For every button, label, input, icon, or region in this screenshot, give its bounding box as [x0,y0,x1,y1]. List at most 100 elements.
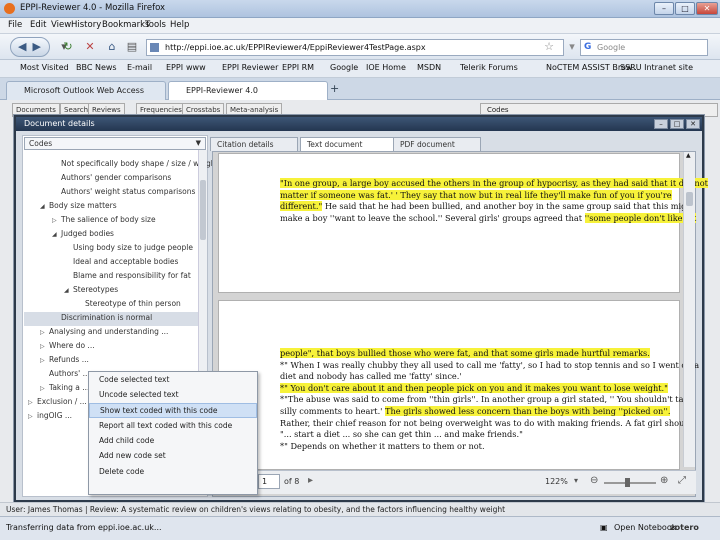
context-menu-item[interactable]: Delete code [89,464,257,479]
tree-node[interactable]: ◢ Body size matters [24,200,198,214]
scroll-thumb[interactable] [200,180,206,240]
menu-item-edit[interactable]: Edit [30,20,46,30]
text-segment: silly comments to heart.' [280,405,386,416]
tree-node[interactable]: Authors' weight status comparisons [24,186,198,200]
coded-text-highlight: ''some people don't like fat [584,212,697,223]
menu-item-tools[interactable]: Tools [145,20,166,30]
document-tabs: Citation details Text document PDF docum… [210,135,700,151]
bookmark-item[interactable]: Most Visited [20,63,69,72]
coded-text-highlight: people", that boys bullied those who wer… [280,348,650,358]
zotero-link[interactable]: zotero [670,517,699,539]
tree-toggle-icon[interactable]: ▷ [28,397,37,409]
tab-text-document[interactable]: Text document [300,137,396,151]
bookmark-item[interactable]: MSDN [417,63,441,72]
new-tab-icon[interactable]: + [330,82,339,95]
browser-tab-outlook[interactable]: Microsoft Outlook Web Access [6,81,166,100]
zoom-level[interactable]: 122% [545,477,568,486]
tree-toggle-icon[interactable]: ◢ [64,285,73,297]
browser-tab-eppi[interactable]: EPPI-Reviewer 4.0 [168,81,328,100]
tree-toggle-icon[interactable]: ▷ [28,411,37,423]
text-line: Rather, their chief reason for not being… [280,418,695,430]
tree-node[interactable]: Ideal and acceptable bodies [24,256,198,270]
tree-node[interactable]: ▷ Refunds ... [24,354,198,368]
menu-item-view[interactable]: View [51,20,71,30]
text-segment: make a boy ''want to leave the school.''… [280,212,585,223]
zoom-out-icon[interactable]: ⊖ [590,475,598,486]
tree-node[interactable]: Using body size to judge people [24,242,198,256]
fit-page-icon[interactable]: ⤢ [678,475,686,486]
tree-node[interactable]: Not specifically body shape / size / wei… [24,158,218,172]
tree-node[interactable]: ▷ The salience of body size [24,214,198,228]
minimize-icon[interactable]: – [654,2,674,15]
home-icon[interactable]: ⌂ [104,39,120,55]
menu-item-file[interactable]: File [8,20,22,30]
tree-toggle-icon[interactable]: ◢ [52,229,61,241]
tree-node-label: Discrimination is normal [61,313,153,322]
document-scrollbar[interactable]: ▲ [683,152,695,467]
code-set-value: Codes [29,139,53,148]
code-set-select[interactable]: Codes ▼ [24,137,206,150]
text-line: "... start a diet ... so she can get thi… [280,429,678,441]
url-bar[interactable]: http://eppi.ioe.ac.uk/EPPIReviewer4/Eppi… [146,39,564,56]
menu-item-history[interactable]: History [71,20,101,30]
scroll-up-icon[interactable]: ▲ [686,152,691,159]
menu-item-bookmarks[interactable]: Bookmarks [102,20,150,30]
context-menu-item[interactable]: Add child code [89,433,257,448]
tree-toggle-icon[interactable]: ▷ [40,355,49,367]
bookmark-item[interactable]: E-mail [127,63,152,72]
bookmark-item[interactable]: EPPI [166,63,183,72]
page-number-input[interactable]: 1 [258,474,280,489]
bookmark-item[interactable]: BBC News [76,63,117,72]
tree-toggle-icon[interactable]: ▷ [40,341,49,353]
tree-toggle-icon[interactable]: ▷ [40,383,49,395]
zoom-dropdown-icon[interactable]: ▾ [574,476,578,485]
context-menu-item[interactable]: Uncode selected text [89,387,257,402]
scroll-thumb[interactable] [686,192,693,206]
text-segment: *"The abuse was said to come from ''thin… [280,394,694,405]
tree-node[interactable]: ◢ Stereotypes [24,284,198,298]
dialog-maximize-icon[interactable]: □ [670,119,684,129]
zoom-slider[interactable] [604,482,656,484]
bookmark-star-icon[interactable]: ☆ [541,39,557,55]
tree-node[interactable]: Stereotype of thin person [24,298,198,312]
context-menu-item[interactable]: Add new code set [89,448,257,463]
tree-node[interactable]: ◢ Judged bodies [24,228,198,242]
tree-node[interactable]: Blame and responsibility for fat [24,270,198,284]
bookmark-item[interactable]: EPPI RM [282,63,314,72]
next-page-icon[interactable]: ▸ [308,475,313,486]
bookmark-item[interactable]: IOE Home [366,63,406,72]
dialog-close-icon[interactable]: ✕ [686,119,700,129]
tree-toggle-icon[interactable]: ▷ [40,327,49,339]
bookmark-item[interactable]: EPPI Reviewer [222,63,278,72]
zoom-slider-thumb[interactable] [625,478,630,487]
tree-node[interactable]: Discrimination is normal [24,312,198,326]
url-dropdown-icon[interactable]: ▾ [564,39,580,55]
tree-node[interactable]: ▷ Where do ... [24,340,198,354]
page-2-text[interactable]: people", that boys bullied those who wer… [280,348,699,452]
bookmark-item[interactable]: www [186,63,206,72]
close-icon[interactable]: ✕ [696,2,718,15]
open-notebook-link[interactable]: Open Notebook [614,517,676,539]
reload-icon[interactable]: ↻ [60,39,76,55]
tree-node[interactable]: Authors' gender comparisons [24,172,198,186]
bookmark-item[interactable]: SSRU Intranet site [620,63,693,72]
stop-icon[interactable]: ✕ [82,39,98,55]
tab-pdf-document[interactable]: PDF document [393,137,481,151]
menu-item-help[interactable]: Help [170,20,189,30]
zoom-in-icon[interactable]: ⊕ [660,475,668,486]
pdf-page-1: "In one group, a large boy accused the o… [218,153,708,293]
bookmark-item[interactable]: Telerik Forums [460,63,518,72]
tree-toggle-icon[interactable]: ▷ [52,215,61,227]
search-input[interactable]: G Google [580,39,708,56]
tree-toggle-icon[interactable]: ◢ [40,201,49,213]
page-1-text[interactable]: "In one group, a large boy accused the o… [280,178,708,224]
context-menu-item[interactable]: Report all text coded with this code [89,418,257,433]
maximize-icon[interactable]: □ [675,2,695,15]
tree-node[interactable]: ▷ Analysing and understanding ... [24,326,198,340]
context-menu-item[interactable]: Show text coded with this code [89,402,257,418]
bookmark-item[interactable]: Google [330,63,358,72]
dialog-minimize-icon[interactable]: – [654,119,668,129]
back-forward-buttons[interactable]: ◀▶ [10,37,50,57]
context-menu-item[interactable]: Code selected text [89,372,257,387]
tab-citation-details[interactable]: Citation details [210,137,298,151]
